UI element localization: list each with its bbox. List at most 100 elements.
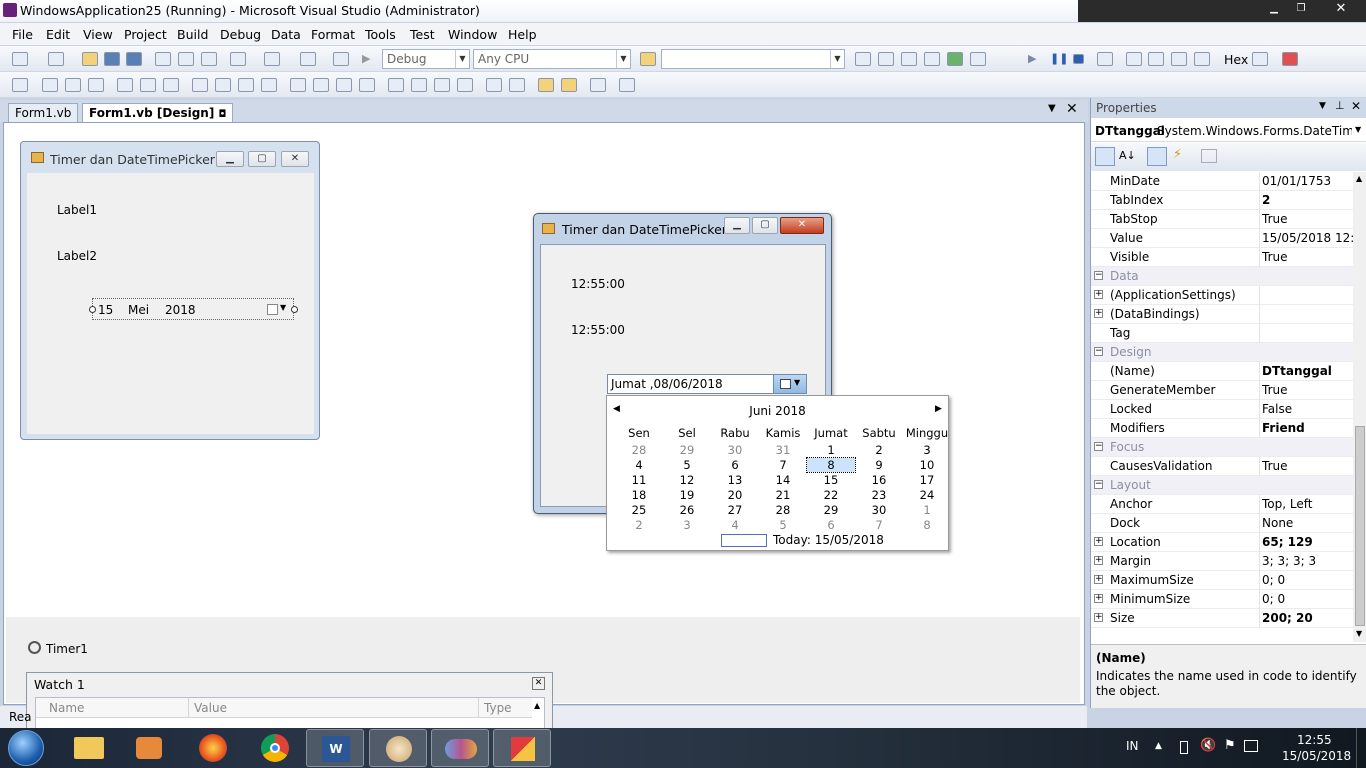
property-row[interactable]: Tag xyxy=(1091,324,1353,343)
label1[interactable]: Label1 xyxy=(57,203,97,217)
break-all-icon[interactable]: ❚❚ xyxy=(1050,52,1068,66)
menu-build[interactable]: Build xyxy=(177,27,208,42)
dtp-running-control[interactable]: Jumat ,08/06/2018 ▼ xyxy=(607,374,807,394)
calendar-day[interactable]: 14 xyxy=(759,473,807,487)
expand-icon[interactable]: + xyxy=(1094,575,1103,584)
cut-icon[interactable] xyxy=(155,52,171,66)
close-button[interactable]: ✕ xyxy=(1330,2,1352,18)
stop-debugging-icon[interactable] xyxy=(1073,54,1084,64)
pin-icon[interactable]: ⊥ xyxy=(1335,99,1345,112)
property-value[interactable]: 200; 20 xyxy=(1262,611,1353,625)
copy-icon[interactable] xyxy=(178,52,194,66)
lock-controls-icon[interactable] xyxy=(619,78,635,92)
calendar-day[interactable]: 13 xyxy=(711,473,759,487)
calendar-day[interactable]: 18 xyxy=(615,488,663,502)
collapse-icon[interactable]: − xyxy=(1094,347,1103,356)
property-category[interactable]: − Layout xyxy=(1091,476,1353,495)
property-value[interactable]: 01/01/1753 xyxy=(1262,174,1353,188)
property-value[interactable]: True xyxy=(1262,383,1353,397)
align-rights-icon[interactable] xyxy=(88,78,104,92)
show-hidden-icons-icon[interactable]: ▲ xyxy=(1155,741,1162,751)
send-to-back-icon[interactable] xyxy=(561,78,577,92)
scroll-up-icon[interactable]: ▲ xyxy=(534,701,540,710)
close-icon[interactable]: ✕ xyxy=(532,677,545,690)
property-value[interactable]: Friend xyxy=(1262,421,1353,435)
vertical-spacing-equal-icon[interactable] xyxy=(388,78,404,92)
toolbox-icon[interactable] xyxy=(924,52,940,66)
property-category[interactable]: − Data xyxy=(1091,267,1353,286)
property-row[interactable]: Modifiers Friend xyxy=(1091,419,1353,438)
calendar-day[interactable]: 7 xyxy=(759,458,807,472)
property-value[interactable]: 15/05/2018 12:51 xyxy=(1262,231,1353,245)
start-button[interactable] xyxy=(8,730,44,766)
calendar-day[interactable]: 11 xyxy=(615,473,663,487)
remove-vertical-spacing-icon[interactable] xyxy=(457,78,473,92)
property-grid-scrollbar[interactable]: ▲ ▼ xyxy=(1353,172,1366,642)
show-desktop-button[interactable] xyxy=(1356,728,1366,768)
calendar-day[interactable]: 4 xyxy=(615,458,663,472)
command-window-icon[interactable] xyxy=(970,52,986,66)
new-project-icon[interactable] xyxy=(12,52,28,66)
find-box[interactable]: ▼ xyxy=(661,49,845,69)
label2[interactable]: Label2 xyxy=(57,249,97,263)
property-row[interactable]: Anchor Top, Left xyxy=(1091,495,1353,514)
calendar-day[interactable]: 26 xyxy=(663,503,711,517)
center-horizontally-icon[interactable] xyxy=(486,78,502,92)
find-in-files-icon[interactable] xyxy=(640,52,656,66)
menu-edit[interactable]: Edit xyxy=(46,27,70,42)
start-page-icon[interactable] xyxy=(947,52,963,66)
property-row[interactable]: Value 15/05/2018 12:51 xyxy=(1091,229,1353,248)
calendar-day[interactable]: 5 xyxy=(663,458,711,472)
calendar-day[interactable]: 1 xyxy=(903,503,951,517)
make-same-width-icon[interactable] xyxy=(192,78,208,92)
expand-icon[interactable]: + xyxy=(1094,290,1103,299)
menu-file[interactable]: File xyxy=(12,27,33,42)
calendar-day[interactable]: 8 xyxy=(903,518,951,532)
collapse-icon[interactable]: − xyxy=(1094,271,1103,280)
explorer-taskbar-button[interactable] xyxy=(60,729,118,767)
make-same-height-icon[interactable] xyxy=(238,78,254,92)
calendar-day[interactable]: 30 xyxy=(855,503,903,517)
align-to-grid-icon[interactable] xyxy=(12,78,28,92)
property-row[interactable]: + (DataBindings) xyxy=(1091,305,1353,324)
property-row[interactable]: (Name) DTtanggal xyxy=(1091,362,1353,381)
collapse-icon[interactable]: − xyxy=(1094,480,1103,489)
tab-order-icon[interactable] xyxy=(590,78,606,92)
calendar-day[interactable]: 28 xyxy=(615,443,663,457)
alphabetical-icon[interactable]: A↓ xyxy=(1119,149,1136,162)
dtp-designer-control[interactable]: 15 Mei 2018 ▼ xyxy=(89,298,298,320)
object-browser-icon[interactable] xyxy=(901,52,917,66)
save-all-icon[interactable] xyxy=(126,52,142,66)
calendar-day[interactable]: 3 xyxy=(663,518,711,532)
calendar-day-selected[interactable]: 8 xyxy=(806,457,856,473)
calendar-day[interactable]: 17 xyxy=(903,473,951,487)
calendar-day[interactable]: 7 xyxy=(855,518,903,532)
tab-form1-design[interactable]: Form1.vb [Design] ◘ xyxy=(82,103,234,122)
windows-icon[interactable] xyxy=(1282,52,1298,66)
property-row[interactable]: + MaximumSize 0; 0 xyxy=(1091,571,1353,590)
calendar-day[interactable]: 6 xyxy=(711,458,759,472)
property-row[interactable]: Locked False xyxy=(1091,400,1353,419)
today-link[interactable]: Today: 15/05/2018 xyxy=(773,533,884,547)
property-value[interactable]: 0; 0 xyxy=(1262,573,1353,587)
show-next-statement-icon[interactable] xyxy=(1126,52,1142,66)
paste-icon[interactable] xyxy=(201,52,217,66)
calendar-month-title[interactable]: Juni 2018 xyxy=(607,404,948,418)
property-row[interactable]: + MinimumSize 0; 0 xyxy=(1091,590,1353,609)
clock-date[interactable]: 15/05/2018 xyxy=(1282,749,1351,763)
month-calendar[interactable]: ◀ Juni 2018 ▶ Sen Sel Rabu Kamis Jumat S… xyxy=(606,395,949,551)
calendar-day[interactable]: 31 xyxy=(759,443,807,457)
calendar-day[interactable]: 3 xyxy=(903,443,951,457)
calendar-day[interactable]: 19 xyxy=(663,488,711,502)
column-type[interactable]: Type xyxy=(484,701,512,715)
network-icon[interactable] xyxy=(1244,740,1258,752)
menu-help[interactable]: Help xyxy=(508,27,537,42)
property-value[interactable]: True xyxy=(1262,250,1353,264)
calendar-day[interactable]: 10 xyxy=(903,458,951,472)
align-lefts-icon[interactable] xyxy=(42,78,58,92)
property-value[interactable]: Top, Left xyxy=(1262,497,1353,511)
dtp-dropdown-button[interactable]: ▼ xyxy=(773,375,806,393)
breakpoints-icon[interactable] xyxy=(1252,52,1268,66)
menu-window[interactable]: Window xyxy=(448,27,497,42)
increase-horizontal-spacing-icon[interactable] xyxy=(313,78,329,92)
